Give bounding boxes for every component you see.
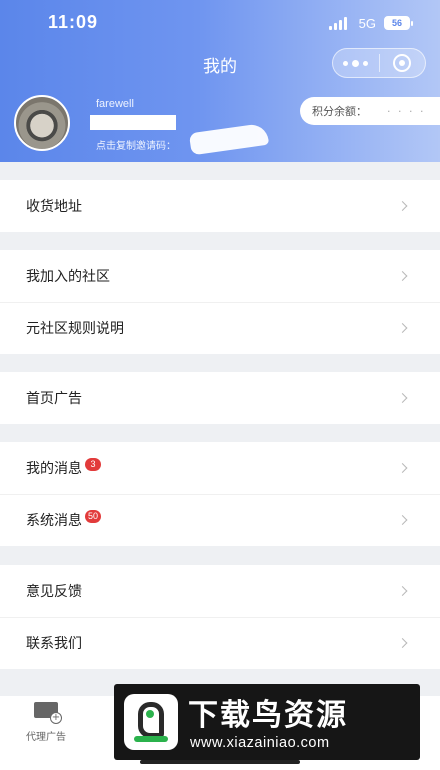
menu-item-community-rules[interactable]: 元社区规则说明: [0, 302, 440, 354]
unread-badge: 50: [85, 509, 102, 523]
menu-item-my-messages[interactable]: 我的消息 3: [0, 442, 440, 494]
invite-code-label[interactable]: 点击复制邀请码：: [96, 137, 176, 152]
menu-item-homepage-ads[interactable]: 首页广告: [0, 372, 440, 424]
menu-item-label: 收货地址: [26, 199, 82, 215]
tab-agent-ads[interactable]: + 代理广告: [16, 702, 76, 743]
chevron-right-icon: [397, 463, 408, 473]
avatar[interactable]: [14, 95, 70, 151]
chevron-right-icon: [397, 393, 408, 403]
points-label: 积分余额：: [312, 105, 367, 118]
menu-group-support: 意见反馈 联系我们: [0, 565, 440, 669]
menu-item-shipping-address[interactable]: 收货地址: [0, 180, 440, 232]
points-value: · · · ·: [387, 104, 426, 118]
watermark-title: 下载鸟资源: [188, 698, 348, 733]
menu-item-feedback[interactable]: 意见反馈: [0, 565, 440, 617]
menu-item-contact-us[interactable]: 联系我们: [0, 617, 440, 669]
signal-icon: [328, 16, 351, 30]
more-icon: [343, 59, 369, 67]
status-indicators: 5G 56: [328, 14, 413, 32]
chevron-right-icon: [397, 586, 408, 596]
ad-screen-icon: +: [32, 702, 62, 724]
close-target-icon: [393, 54, 412, 72]
menu-item-label: 系统消息: [26, 513, 82, 529]
menu-item-label: 首页广告: [26, 391, 82, 407]
menu-item-label: 联系我们: [26, 636, 82, 652]
home-indicator: [140, 760, 300, 764]
watermark-url: www.xiazainiao.com: [190, 735, 330, 751]
menu-item-my-communities[interactable]: 我加入的社区: [0, 250, 440, 302]
status-time: 11:09: [48, 12, 99, 32]
menu-group-ads: 首页广告: [0, 372, 440, 424]
network-type: 5G: [358, 15, 376, 31]
tab-label: 代理广告: [26, 732, 66, 743]
points-balance[interactable]: 积分余额： · · · ·: [300, 97, 440, 125]
chevron-right-icon: [397, 271, 408, 281]
battery-icon: 56: [384, 16, 413, 30]
more-button[interactable]: [333, 49, 379, 77]
bird-logo-icon: [124, 694, 178, 750]
watermark-banner: 下载鸟资源 www.xiazainiao.com: [114, 684, 420, 760]
menu-item-label: 我加入的社区: [26, 269, 110, 285]
menu-item-label: 我的消息: [26, 461, 82, 477]
menu-item-system-messages[interactable]: 系统消息 50: [0, 494, 440, 546]
redacted-id: [90, 115, 176, 130]
chevron-right-icon: [397, 515, 408, 525]
username: farewell: [96, 98, 134, 110]
menu-item-label: 元社区规则说明: [26, 321, 124, 337]
chevron-right-icon: [397, 201, 408, 211]
menu-item-label: 意见反馈: [26, 584, 82, 600]
close-button[interactable]: [380, 49, 426, 77]
menu-group-address: 收货地址: [0, 180, 440, 232]
status-bar: 11:09 5G 56: [0, 0, 440, 44]
miniprogram-capsule: [332, 48, 426, 78]
menu-group-community: 我加入的社区 元社区规则说明: [0, 250, 440, 354]
chevron-right-icon: [397, 323, 408, 333]
unread-badge: 3: [85, 457, 101, 471]
chevron-right-icon: [397, 638, 408, 648]
menu-group-messages: 我的消息 3 系统消息 50: [0, 442, 440, 546]
